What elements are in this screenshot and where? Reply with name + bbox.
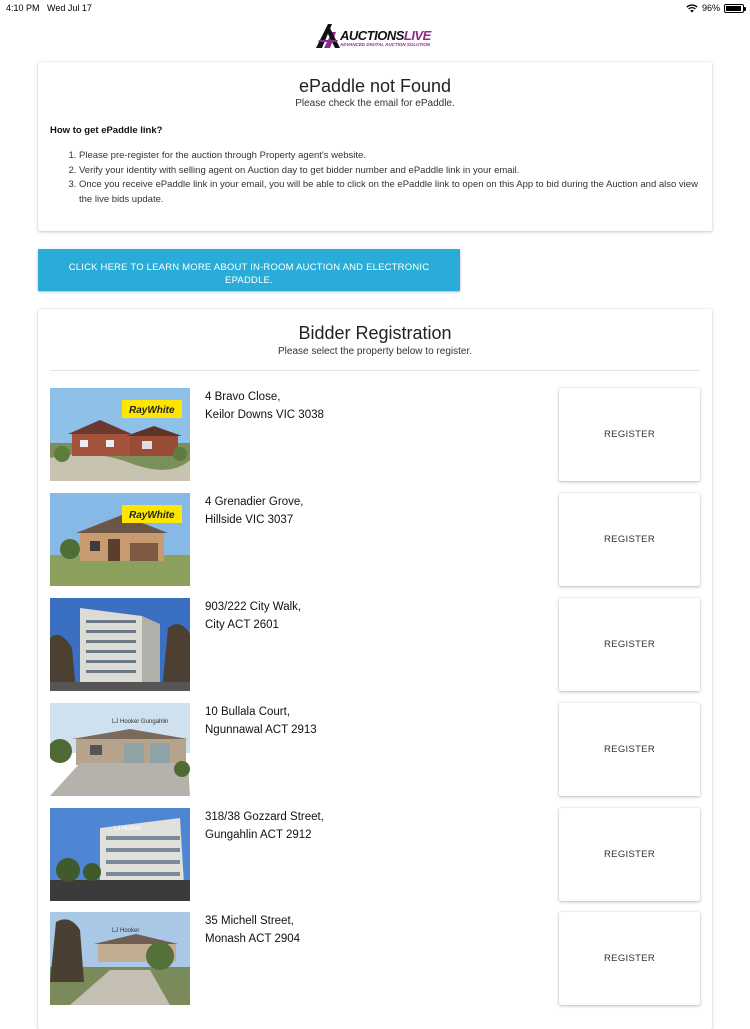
bidder-registration-card: Bidder Registration Please select the pr… (38, 309, 712, 1029)
address-line2: Keilor Downs VIC 3038 (205, 408, 324, 421)
property-photo[interactable] (50, 598, 190, 691)
agency-logo: LJ Hooker (112, 928, 139, 934)
epaddle-title: ePaddle not Found (298, 76, 452, 96)
learn-more-button[interactable]: CLICK HERE TO LEARN MORE ABOUT IN-ROOM A… (38, 249, 460, 291)
property-photo[interactable]: LJ Hooker Gungahlin (50, 703, 190, 796)
property-row: RayWhite 4 Bravo Close, Keilor Downs VIC… (50, 388, 700, 482)
address-line1: 4 Grenadier Grove, (205, 496, 304, 508)
learn-more-line2: EPADDLE. (225, 275, 273, 286)
wifi-icon (686, 3, 698, 12)
status-bar: 4:10 PM Wed Jul 17 96% (0, 0, 750, 16)
howto-step: Once you receive ePaddle link in your em… (79, 178, 706, 207)
property-photo[interactable]: LJ Hooker (50, 912, 190, 1005)
property-address: 903/222 City Walk, City ACT 2601 (205, 599, 301, 634)
property-address: 35 Michell Street, Monash ACT 2904 (205, 913, 300, 948)
address-line2: Ngunnawal ACT 2913 (205, 723, 317, 736)
howto-steps: Please pre-register for the auction thro… (66, 149, 706, 207)
register-button[interactable]: REGISTER (559, 808, 700, 901)
address-line1: 4 Bravo Close, (205, 391, 281, 403)
property-photo[interactable]: RayWhite (50, 493, 190, 586)
agency-logo: RayWhite (129, 510, 175, 521)
property-row: RayWhite 4 Grenadier Grove, Hillside VIC… (50, 493, 700, 587)
address-line2: Gungahlin ACT 2912 (205, 828, 312, 841)
address-line1: 903/222 City Walk, (205, 601, 302, 613)
logo-wordmark: AUCTIONSLIVE (340, 28, 431, 43)
address-line1: 10 Bullala Court, (205, 706, 291, 718)
register-button[interactable]: REGISTER (559, 388, 700, 481)
address-line1: 318/38 Gozzard Street, (205, 811, 324, 823)
howto-step: Verify your identity with selling agent … (79, 164, 706, 179)
epaddle-not-found-card: ePaddle not Found Please check the email… (38, 62, 712, 231)
register-button[interactable]: REGISTER (559, 912, 700, 1005)
property-row: LJ Hooker 35 Michell Street, Monash ACT … (50, 912, 700, 1006)
status-right: 96% (686, 3, 746, 13)
register-button[interactable]: REGISTER (559, 703, 700, 796)
battery-percent: 96% (701, 3, 720, 13)
status-time: 4:10 PM Wed Jul 17 (6, 3, 92, 13)
property-address: 10 Bullala Court, Ngunnawal ACT 2913 (205, 704, 317, 739)
address-line2: Monash ACT 2904 (205, 932, 301, 945)
property-address: 4 Grenadier Grove, Hillside VIC 3037 (205, 494, 303, 529)
howto-step: Please pre-register for the auction thro… (79, 149, 706, 164)
property-row: LJ Hooker 318/38 Gozzard Street, Gungahl… (50, 808, 700, 902)
logo-tagline: ADVANCED DIGITAL AUCTION SOLUTION (340, 42, 431, 47)
divider (50, 370, 700, 371)
property-row: 903/222 City Walk, City ACT 2601 REGISTE… (50, 598, 700, 692)
property-photo[interactable]: RayWhite (50, 388, 190, 481)
epaddle-subtitle: Please check the email for ePaddle. (295, 98, 455, 109)
registration-subtitle: Please select the property below to regi… (278, 346, 472, 357)
registration-title: Bidder Registration (298, 323, 452, 343)
howto-heading: How to get ePaddle link? (50, 125, 163, 136)
agency-logo: LJ Hooker Gungahlin (112, 719, 168, 725)
address-line2: Hillside VIC 3037 (205, 513, 294, 526)
agency-logo: LJ Hooker (114, 826, 141, 832)
property-row: LJ Hooker Gungahlin 10 Bullala Court, Ng… (50, 703, 700, 797)
address-line2: City ACT 2601 (205, 618, 279, 631)
learn-more-line1: CLICK HERE TO LEARN MORE ABOUT IN-ROOM A… (68, 262, 430, 273)
property-address: 318/38 Gozzard Street, Gungahlin ACT 291… (205, 809, 324, 844)
battery-icon (724, 3, 746, 13)
register-button[interactable]: REGISTER (559, 493, 700, 586)
register-button[interactable]: REGISTER (559, 598, 700, 691)
property-photo[interactable]: LJ Hooker (50, 808, 190, 901)
property-address: 4 Bravo Close, Keilor Downs VIC 3038 (205, 389, 324, 424)
address-line1: 35 Michell Street, (205, 915, 294, 927)
auctions-live-logo: AUCTIONSLIVE ADVANCED DIGITAL AUCTION SO… (314, 20, 438, 52)
agency-logo: RayWhite (129, 405, 175, 416)
